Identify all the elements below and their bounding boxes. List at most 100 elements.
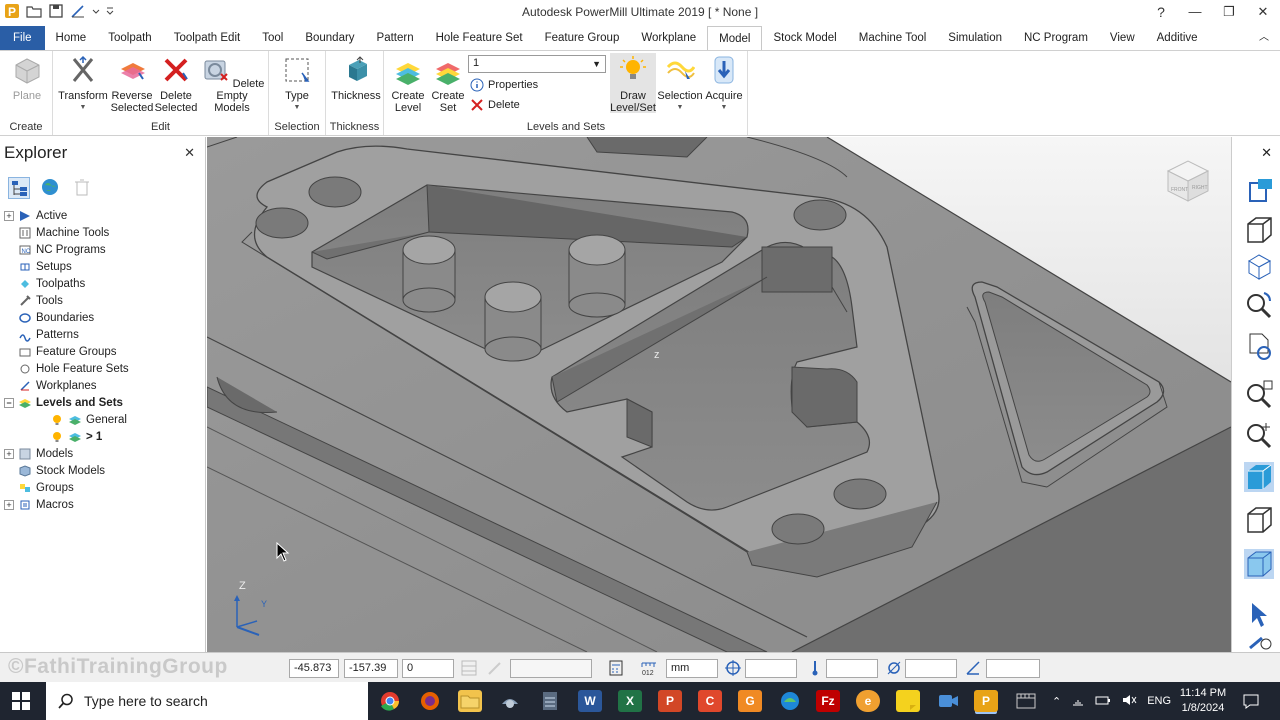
tree-item-feature-groups[interactable]: Feature Groups [4, 343, 204, 360]
reverse-selected-button[interactable]: Reverse Selected [109, 55, 155, 114]
viewcube[interactable]: FRONT RIGHT [1162, 155, 1214, 207]
tray-chevron-up-icon[interactable]: ⌃ [1052, 695, 1061, 708]
tree-item-toolpaths[interactable]: Toolpaths [4, 275, 204, 292]
tree-item-active[interactable]: + Active [4, 207, 204, 224]
tree-item-workplanes[interactable]: Workplanes [4, 377, 204, 394]
z-coordinate-field[interactable]: 0 [402, 659, 454, 678]
probe-icon[interactable] [806, 659, 824, 677]
view-cube-button[interactable] [1244, 215, 1274, 245]
diameter-icon[interactable] [885, 659, 903, 677]
powermill-taskbar-icon[interactable]: P [974, 690, 998, 712]
graphics-viewport[interactable]: z FRONT RIGHT Z Y [207, 137, 1231, 652]
tree-item-tools[interactable]: Tools [4, 292, 204, 309]
create-set-button[interactable]: Create Set [428, 55, 468, 114]
tree-item-level-general[interactable]: General [4, 411, 204, 428]
tree-item-nc-programs[interactable]: NC NC Programs [4, 241, 204, 258]
tab-nc-program[interactable]: NC Program [1013, 26, 1099, 50]
tree-item-setups[interactable]: Setups [4, 258, 204, 275]
minimize-button[interactable]: — [1178, 0, 1212, 24]
tab-machine-tool[interactable]: Machine Tool [848, 26, 938, 50]
firefox-icon[interactable] [418, 690, 442, 712]
file-explorer-icon[interactable] [458, 690, 482, 712]
type-button[interactable]: Type ▼ [277, 55, 317, 114]
create-level-button[interactable]: Create Level [388, 55, 428, 114]
calculator-icon[interactable] [607, 659, 625, 677]
tree-item-machine-tools[interactable]: Machine Tools [4, 224, 204, 241]
tree-item-models[interactable]: + Models [4, 445, 204, 462]
network-app-icon[interactable] [498, 690, 522, 712]
app-g-icon[interactable]: G [738, 690, 762, 712]
powerpoint-icon[interactable]: P [658, 690, 682, 712]
calculator-app-icon[interactable] [538, 690, 562, 712]
restore-button[interactable]: ❐ [1212, 0, 1246, 24]
tray-network-icon[interactable] [1071, 693, 1085, 710]
tab-stock-model[interactable]: Stock Model [762, 26, 847, 50]
expand-icon[interactable]: + [4, 448, 14, 459]
tab-workplane[interactable]: Workplane [630, 26, 707, 50]
level-selection-button[interactable]: Selection ▼ [656, 55, 704, 114]
tab-model[interactable]: Model [707, 26, 763, 51]
tab-file[interactable]: File [0, 26, 45, 50]
notifications-icon[interactable] [1242, 692, 1260, 713]
globe-button[interactable] [40, 177, 62, 199]
status-empty-field-4[interactable] [905, 659, 957, 678]
select-arrow-button[interactable] [1244, 599, 1274, 629]
tree-item-groups[interactable]: Groups [4, 479, 204, 496]
tree-item-level-1[interactable]: > 1 [4, 428, 204, 445]
tab-boundary[interactable]: Boundary [294, 26, 365, 50]
view-shaded-button[interactable] [1244, 251, 1274, 281]
tray-volume-icon[interactable] [1121, 693, 1137, 710]
close-button[interactable]: ✕ [1246, 0, 1280, 24]
grid-icon[interactable] [460, 659, 478, 677]
status-empty-field-3[interactable] [826, 659, 878, 678]
recorder-icon[interactable] [936, 690, 960, 712]
word-icon[interactable]: W [578, 690, 602, 712]
crosshair-icon[interactable] [724, 659, 742, 677]
transparent-button[interactable] [1244, 549, 1274, 579]
excel-icon[interactable]: X [618, 690, 642, 712]
ribbon-collapse-icon[interactable]: ︿ [1248, 26, 1280, 50]
view-iso-button[interactable] [1244, 177, 1274, 207]
tree-item-boundaries[interactable]: Boundaries [4, 309, 204, 326]
tree-item-patterns[interactable]: Patterns [4, 326, 204, 343]
acquire-button[interactable]: Acquire ▼ [704, 55, 744, 114]
y-coordinate-field[interactable]: -157.39 [344, 659, 398, 678]
refresh-view-button[interactable] [1244, 331, 1274, 361]
tray-battery-icon[interactable] [1095, 693, 1111, 710]
tray-language[interactable]: ENG [1147, 695, 1171, 707]
zoom-out-button[interactable] [1244, 419, 1274, 449]
transform-button[interactable]: Transform ▼ [57, 55, 109, 114]
expand-icon[interactable]: + [4, 210, 14, 221]
tab-hole-feature-set[interactable]: Hole Feature Set [425, 26, 534, 50]
zoom-box-button[interactable] [1244, 379, 1274, 409]
collapse-icon[interactable]: − [4, 397, 14, 408]
tab-home[interactable]: Home [45, 26, 98, 50]
tab-toolpath-edit[interactable]: Toolpath Edit [163, 26, 252, 50]
tree-item-stock-models[interactable]: Stock Models [4, 462, 204, 479]
view-toolbar-close-button[interactable]: ✕ [1261, 145, 1272, 161]
tab-view[interactable]: View [1099, 26, 1146, 50]
tab-pattern[interactable]: Pattern [366, 26, 425, 50]
app-c-icon[interactable]: C [698, 690, 722, 712]
video-editor-icon[interactable] [1014, 690, 1038, 712]
plane-button[interactable]: Plane [8, 55, 46, 102]
status-empty-field-2[interactable] [745, 659, 797, 678]
status-empty-field-5[interactable] [986, 659, 1040, 678]
filezilla-icon[interactable]: Fz [816, 690, 840, 712]
sticky-notes-icon[interactable] [896, 690, 920, 712]
tree-item-hole-feature-sets[interactable]: Hole Feature Sets [4, 360, 204, 377]
tab-feature-group[interactable]: Feature Group [534, 26, 631, 50]
wireframe-button[interactable] [1244, 505, 1274, 535]
expand-icon[interactable]: + [4, 499, 14, 510]
delete-selected-button[interactable]: Delete Selected [153, 55, 199, 114]
level-set-dropdown[interactable]: 1 ▼ [468, 55, 606, 73]
app-e-icon[interactable]: e [856, 690, 880, 712]
pencil-icon[interactable] [486, 659, 504, 677]
delete-empty-models-button[interactable]: Delete Empty Models [199, 55, 265, 114]
taskbar-clock[interactable]: 11:14 PM 1/8/2024 [1176, 686, 1230, 716]
tab-toolpath[interactable]: Toolpath [97, 26, 162, 50]
tab-additive[interactable]: Additive [1146, 26, 1209, 50]
units-field[interactable]: mm [666, 659, 718, 678]
explorer-close-button[interactable]: ✕ [184, 145, 195, 161]
undo-view-button[interactable] [1244, 632, 1274, 652]
